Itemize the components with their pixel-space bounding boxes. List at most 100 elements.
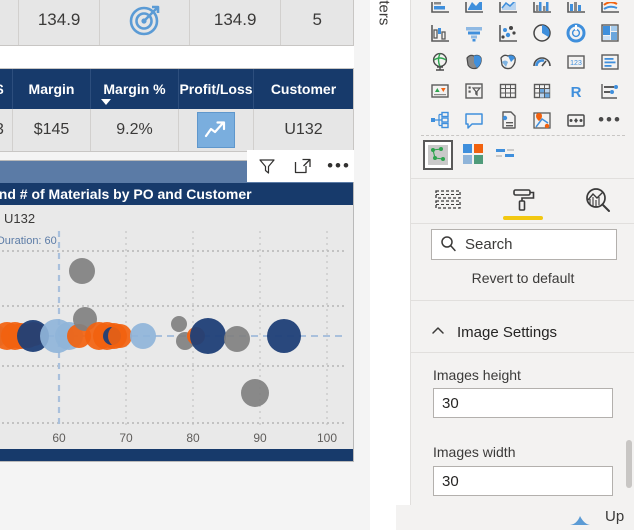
footer-strip — [396, 505, 634, 530]
svg-text:R: R — [571, 84, 582, 101]
donut-chart-icon[interactable] — [559, 19, 593, 47]
format-tab[interactable] — [495, 181, 551, 221]
scatter-chart-icon[interactable] — [491, 19, 525, 47]
images-width-input[interactable]: 30 — [433, 466, 613, 496]
search-input[interactable]: Search — [431, 229, 617, 260]
paint-roller-icon — [508, 185, 538, 218]
report-canvas: 134.9 134.9 5 $ Margin Margin % — [0, 0, 370, 530]
area-chart-icon[interactable] — [457, 2, 491, 18]
pie-chart-icon[interactable] — [525, 19, 559, 47]
pane-divider — [396, 0, 411, 530]
x-axis-tick-labels: U132 50 60 70 80 90 100 — [0, 431, 353, 449]
decomposition-tree-icon[interactable] — [593, 77, 627, 105]
table-row: 3 $145 9.2% U132 — [0, 109, 353, 151]
small-chart-visual-icon[interactable] — [493, 145, 523, 166]
plot-area: dian Duration: 60 — [0, 231, 353, 431]
table-cell-value: 134.9 — [189, 0, 282, 45]
stacked-bar-chart-icon[interactable] — [423, 2, 457, 18]
power-apps-icon[interactable] — [559, 106, 593, 134]
fields-tab[interactable] — [420, 181, 476, 221]
waterfall-chart-icon[interactable] — [423, 19, 457, 47]
table-cell-amount: 3 — [0, 109, 13, 151]
table-cell-value: 134.9 — [18, 0, 101, 45]
matrix-icon[interactable] — [525, 77, 559, 105]
section-divider — [411, 300, 634, 301]
selected-image-grid-visual-icon[interactable] — [423, 140, 453, 170]
search-placeholder: Search — [465, 236, 513, 253]
chart-title: and # of Materials by PO and Customer — [0, 183, 353, 205]
detail-table[interactable]: $ Margin Margin % Profit/Loss Customer 3… — [0, 68, 354, 152]
chevron-up-icon — [431, 324, 445, 341]
table-cell-margin: $145 — [13, 109, 91, 151]
gauge-icon[interactable] — [525, 48, 559, 76]
search-icon — [440, 235, 457, 255]
funnel-chart-icon[interactable] — [457, 19, 491, 47]
revert-to-default-button[interactable]: Revert to default — [472, 270, 575, 286]
r-script-visual-icon[interactable]: R — [559, 77, 593, 105]
x-tick-100: 100 — [316, 431, 338, 445]
filled-map-icon[interactable] — [457, 48, 491, 76]
gallery-divider — [421, 135, 625, 136]
visualizations-pane: 123 R ••• Search Revert to default Image… — [410, 0, 634, 530]
up-label: Up — [605, 508, 625, 525]
kpi-icon[interactable] — [423, 77, 457, 105]
shape-map-icon[interactable] — [491, 48, 525, 76]
column-header-label: Margin % — [103, 81, 166, 97]
stacked-column-chart-icon[interactable] — [559, 2, 593, 18]
more-options-icon[interactable]: ••• — [327, 154, 351, 178]
more-visuals-icon[interactable]: ••• — [593, 106, 627, 134]
gallery-row — [423, 18, 627, 47]
arcgis-maps-icon[interactable] — [525, 106, 559, 134]
gallery-row: R — [423, 76, 627, 105]
treemap-icon[interactable] — [593, 19, 627, 47]
q-and-a-icon[interactable] — [457, 106, 491, 134]
column-header-profit-loss[interactable]: Profit/Loss — [179, 69, 254, 109]
sort-descending-icon — [101, 99, 111, 105]
median-duration-annotation: dian Duration: 60 — [0, 235, 57, 247]
key-influencers-icon[interactable] — [423, 106, 457, 134]
filters-pane-collapsed[interactable]: Filters — [370, 0, 397, 530]
card-icon[interactable]: 123 — [559, 48, 593, 76]
summary-table-top[interactable]: 134.9 134.9 5 — [0, 0, 354, 46]
table-header-row: $ Margin Margin % Profit/Loss Customer — [0, 69, 353, 109]
paginated-report-icon[interactable] — [491, 106, 525, 134]
table-cell — [0, 0, 19, 45]
up-arrow-icon[interactable] — [568, 513, 592, 530]
column-header-margin[interactable]: Margin — [13, 69, 91, 109]
column-header-margin-percent[interactable]: Margin % — [91, 69, 179, 109]
table-cell-customer: U132 — [254, 109, 353, 151]
images-height-label: Images height — [433, 367, 521, 383]
section-divider — [411, 352, 634, 353]
analytics-tab[interactable] — [570, 181, 626, 221]
x-tick-80: 80 — [186, 431, 200, 445]
table-cell-profit-loss — [179, 109, 254, 151]
scatter-plot-svg — [0, 231, 353, 431]
four-squares-visual-icon[interactable] — [461, 142, 485, 169]
multi-row-card-icon[interactable] — [593, 48, 627, 76]
x-tick-90: 90 — [253, 431, 267, 445]
line-area-chart-icon[interactable] — [491, 2, 525, 18]
column-header-customer[interactable]: Customer — [254, 69, 353, 109]
table-cell-value: 5 — [281, 0, 354, 45]
x-tick-60: 60 — [52, 431, 66, 445]
chart-legend: U132 — [0, 207, 353, 229]
scatter-chart-visual[interactable]: and # of Materials by PO and Customer U1… — [0, 160, 354, 462]
slicer-icon[interactable] — [457, 77, 491, 105]
map-icon[interactable] — [423, 48, 457, 76]
ribbon-chart-icon[interactable] — [593, 2, 627, 18]
target-icon — [100, 0, 190, 45]
focus-mode-icon[interactable] — [291, 154, 315, 178]
filter-icon[interactable] — [255, 154, 279, 178]
image-settings-section-header[interactable]: Image Settings — [411, 316, 634, 348]
clustered-column-chart-icon[interactable] — [525, 2, 559, 18]
gallery-row — [423, 2, 627, 18]
table-icon[interactable] — [491, 77, 525, 105]
svg-text:123: 123 — [570, 60, 582, 67]
pane-scrollbar[interactable] — [626, 440, 632, 488]
images-height-input[interactable]: 30 — [433, 388, 613, 418]
trend-up-icon — [197, 112, 235, 148]
visualization-gallery: 123 R ••• — [411, 0, 634, 140]
images-width-label: Images width — [433, 444, 516, 460]
column-header-amount[interactable]: $ — [0, 69, 13, 109]
custom-visuals-row — [423, 140, 523, 170]
